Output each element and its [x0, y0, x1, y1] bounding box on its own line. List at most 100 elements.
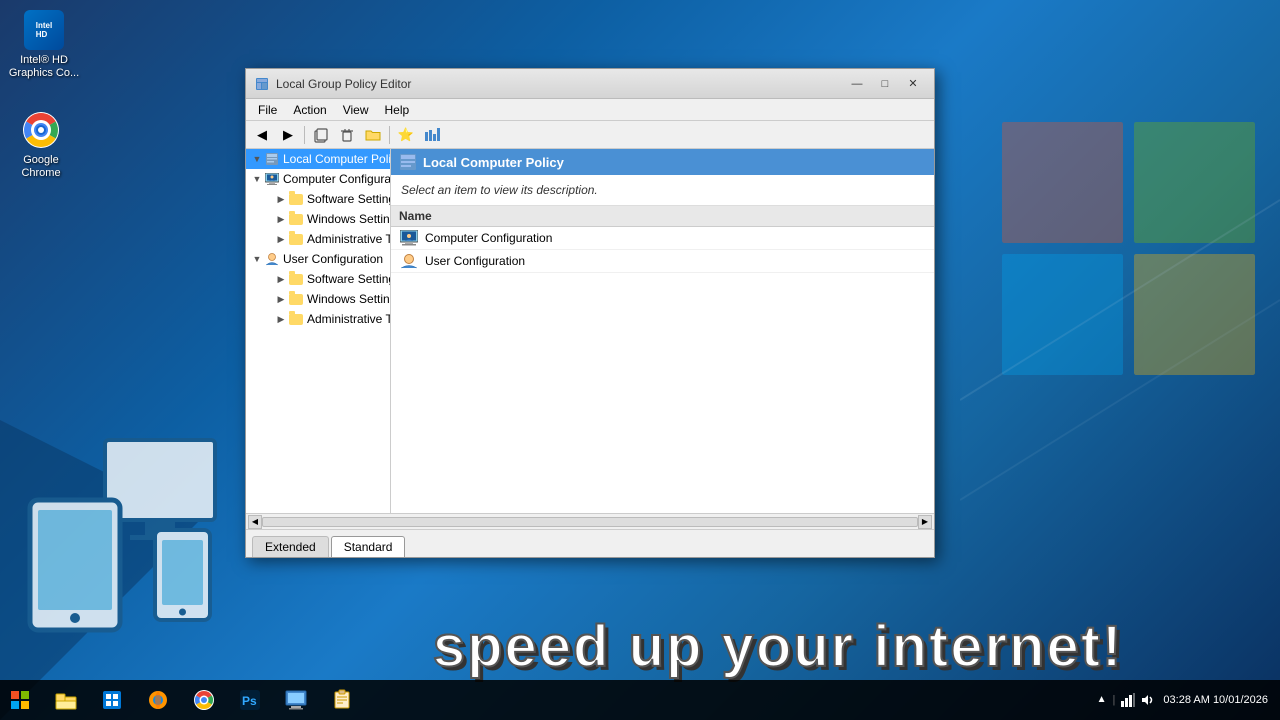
panel-header-icon: [399, 153, 417, 171]
tree-user-software[interactable]: ▶ Software Settings: [246, 269, 390, 289]
window-controls: — □ ✕: [844, 74, 926, 94]
taskbar-photoshop[interactable]: Ps: [228, 680, 272, 720]
panel-header-label: Local Computer Policy: [423, 155, 564, 170]
taskbar-store[interactable]: [90, 680, 134, 720]
tree-admin-templates-comp[interactable]: ▶ Administrative Te...: [246, 229, 390, 249]
toolbar-star[interactable]: ⭐: [394, 124, 418, 146]
tree-soft-label: Software Settings: [307, 192, 391, 206]
intel-icon: IntelHD: [24, 10, 64, 50]
scroll-right-btn[interactable]: ▶: [918, 515, 932, 529]
gpo-editor-window: Local Group Policy Editor — □ ✕ File Act…: [245, 68, 935, 558]
tree-uadmin-label: Administrative Te...: [307, 312, 391, 326]
network-icon: [1121, 693, 1135, 707]
taskbar: Ps ▲ | 03:28 AM 10/01/2026: [0, 680, 1280, 720]
toolbar-sep2: [389, 126, 390, 144]
tree-win-label: Windows Setting: [307, 212, 391, 226]
tree-user-label: User Configuration: [283, 252, 383, 266]
panel-description: Select an item to view its description.: [391, 175, 934, 206]
scroll-track[interactable]: [262, 517, 918, 527]
menu-action[interactable]: Action: [285, 101, 334, 119]
tree-root[interactable]: ▼ Local Computer Policy: [246, 149, 390, 169]
tree-usoft-label: Software Settings: [307, 272, 391, 286]
bottom-text: speed up your internet!: [433, 613, 1124, 680]
folder-icon-uadmin: [288, 311, 304, 327]
taskbar-pinned-icons: Ps: [44, 680, 364, 720]
taskbar-firefox[interactable]: [136, 680, 180, 720]
folder-icon-admin-comp: [288, 231, 304, 247]
desktop-icon-intel[interactable]: IntelHD Intel® HD Graphics Co...: [8, 10, 80, 80]
list-header-name: Name: [399, 209, 432, 223]
folder-icon-win: [288, 211, 304, 227]
clock-time: 03:28 AM 10/01/2026: [1163, 693, 1268, 707]
user-config-list-icon: [399, 253, 419, 269]
tree-root-expand[interactable]: ▼: [250, 152, 264, 166]
tab-standard[interactable]: Standard: [331, 536, 406, 557]
tree-computer-config[interactable]: ▼ Computer Configura...: [246, 169, 390, 189]
tree-panel: ▼ Local Computer Policy ▼: [246, 149, 391, 513]
windows-logo-bg: [960, 0, 1280, 720]
toolbar-sep1: [304, 126, 305, 144]
tree-user-expand[interactable]: ▼: [250, 252, 264, 266]
tree-windows-settings[interactable]: ▶ Windows Setting: [246, 209, 390, 229]
tree-user-config[interactable]: ▼ User Configuration: [246, 249, 390, 269]
user-config-icon: [264, 251, 280, 267]
tree-usoft-expand[interactable]: ▶: [274, 272, 288, 286]
tree-uwin-label: Windows Setting: [307, 292, 391, 306]
list-item-computer-config[interactable]: Computer Configuration: [391, 227, 934, 250]
desktop-icon-chrome[interactable]: GoogleChrome: [5, 110, 77, 180]
folder-icon-usoft: [288, 271, 304, 287]
toolbar-delete[interactable]: [335, 124, 359, 146]
tree-comp-expand[interactable]: ▼: [250, 172, 264, 186]
tree-soft-expand[interactable]: ▶: [274, 192, 288, 206]
folder-icon-soft: [288, 191, 304, 207]
tree-uadmin-expand[interactable]: ▶: [274, 312, 288, 326]
window-title-icon: [254, 76, 270, 92]
menu-view[interactable]: View: [335, 101, 377, 119]
list-item-comp-label: Computer Configuration: [425, 231, 552, 245]
start-button[interactable]: [0, 680, 40, 720]
taskbar-system[interactable]: [274, 680, 318, 720]
toolbar-back[interactable]: ◀: [250, 124, 274, 146]
menu-help[interactable]: Help: [377, 101, 418, 119]
tree-comp-label: Computer Configura...: [283, 172, 391, 186]
taskbar-chrome[interactable]: [182, 680, 226, 720]
tree-user-windows[interactable]: ▶ Windows Setting: [246, 289, 390, 309]
maximize-button[interactable]: □: [872, 74, 898, 94]
toolbar-folder[interactable]: [361, 124, 385, 146]
tray-time: 03:28 AM 10/01/2026: [1163, 693, 1268, 707]
panel-list: Name Co: [391, 206, 934, 513]
horizontal-scrollbar[interactable]: ◀ ▶: [246, 513, 934, 529]
toolbar-forward[interactable]: ▶: [276, 124, 300, 146]
list-header: Name: [391, 206, 934, 227]
toolbar: ◀ ▶ ⭐: [246, 121, 934, 149]
tree-uwin-expand[interactable]: ▶: [274, 292, 288, 306]
toolbar-copy[interactable]: [309, 124, 333, 146]
panel-header: Local Computer Policy: [391, 149, 934, 175]
chrome-icon: [21, 110, 61, 150]
intel-icon-label: Intel® HD Graphics Co...: [8, 54, 80, 80]
policy-icon: [264, 151, 280, 167]
tray-chevron[interactable]: ▲: [1097, 694, 1107, 705]
menu-file[interactable]: File: [250, 101, 285, 119]
tray-separator: |: [1113, 694, 1116, 706]
list-item-user-config[interactable]: User Configuration: [391, 250, 934, 273]
tree-root-label: Local Computer Policy: [283, 152, 391, 166]
minimize-button[interactable]: —: [844, 74, 870, 94]
scroll-left-btn[interactable]: ◀: [248, 515, 262, 529]
taskbar-clipboard[interactable]: [320, 680, 364, 720]
tray-icons: ▲ |: [1097, 693, 1156, 707]
taskbar-tray: ▲ | 03:28 AM 10/01/2026: [1097, 693, 1280, 707]
tab-extended[interactable]: Extended: [252, 536, 329, 557]
tree-software-settings[interactable]: ▶ Software Settings: [246, 189, 390, 209]
desktop: IntelHD Intel® HD Graphics Co...: [0, 0, 1280, 720]
svg-text:Ps: Ps: [242, 694, 257, 708]
taskbar-explorer[interactable]: [44, 680, 88, 720]
toolbar-chart[interactable]: [420, 124, 444, 146]
tree-win-expand[interactable]: ▶: [274, 212, 288, 226]
tree-admin-comp-expand[interactable]: ▶: [274, 232, 288, 246]
window-title: Local Group Policy Editor: [276, 77, 844, 91]
computer-config-list-icon: [399, 230, 419, 246]
tree-user-admin[interactable]: ▶ Administrative Te...: [246, 309, 390, 329]
bottom-tabs: Extended Standard: [246, 529, 934, 557]
close-button[interactable]: ✕: [900, 74, 926, 94]
